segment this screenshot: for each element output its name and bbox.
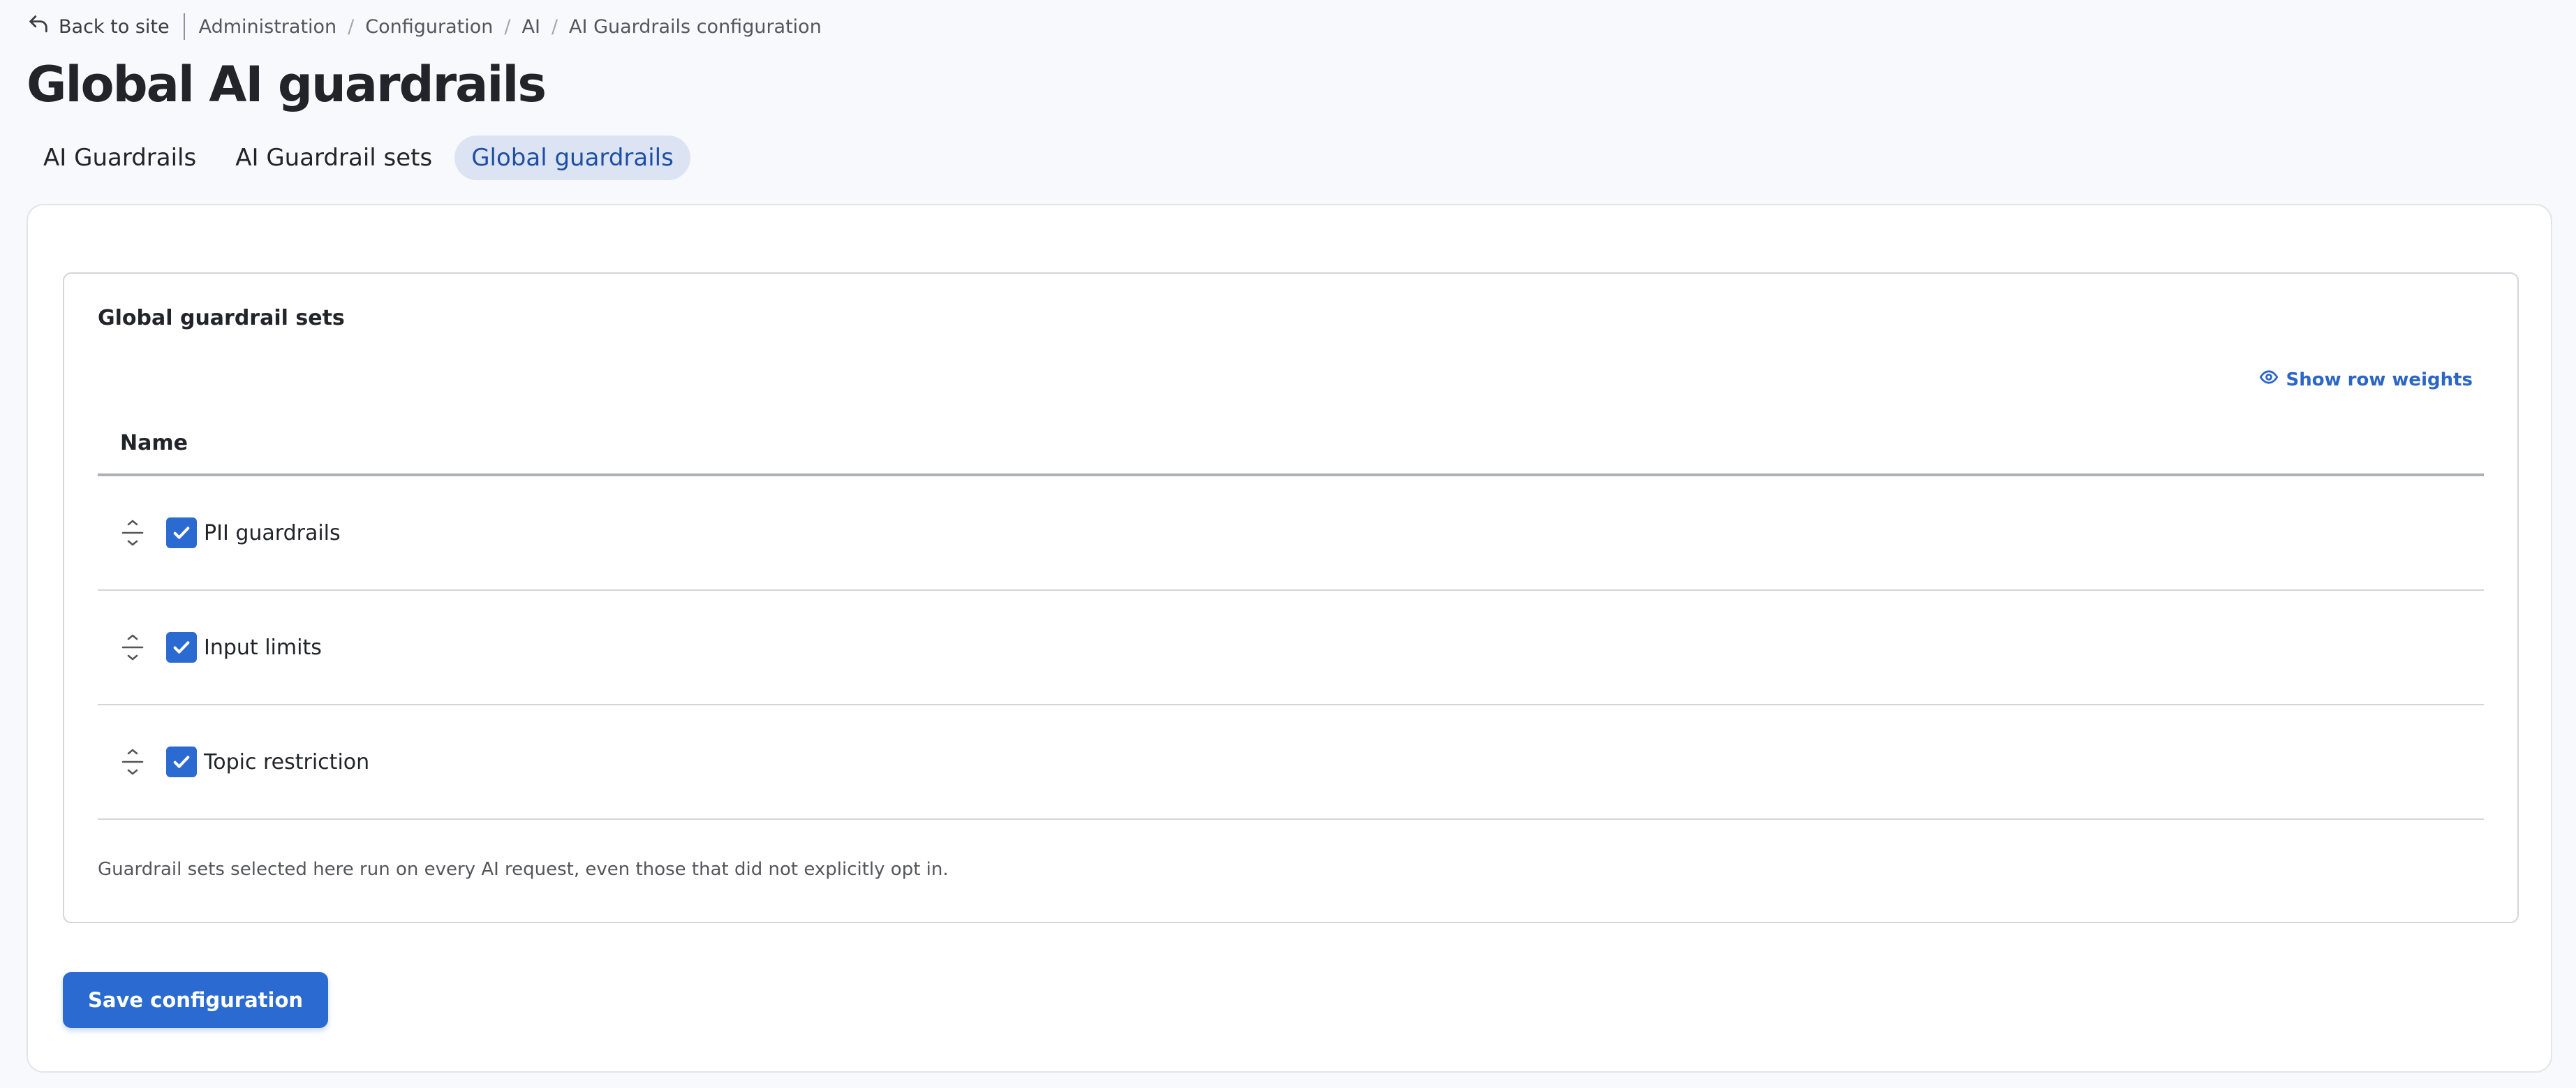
row-label: Topic restriction [204, 749, 370, 774]
row-checkbox[interactable] [166, 747, 197, 777]
show-row-weights-link[interactable]: Show row weights [2259, 367, 2473, 392]
table-header: Name [98, 412, 2484, 476]
checkmark-icon [173, 756, 190, 768]
row-checkbox[interactable] [166, 517, 197, 548]
breadcrumb-separator: / [551, 15, 558, 38]
column-header-name: Name [120, 430, 188, 455]
breadcrumb: Back to site Administration / Configurat… [27, 10, 822, 43]
tab-ai-guardrail-sets[interactable]: AI Guardrail sets [219, 135, 449, 180]
fieldset-description: Guardrail sets selected here run on ever… [98, 859, 949, 880]
save-configuration-button[interactable]: Save configuration [63, 972, 329, 1028]
breadcrumb-divider [183, 13, 185, 40]
eye-icon [2259, 367, 2279, 392]
table-row: PII guardrails [98, 476, 2484, 591]
row-checkbox[interactable] [166, 632, 197, 663]
page: Back to site Administration / Configurat… [0, 0, 2576, 1088]
table-row: Input limits [98, 591, 2484, 705]
row-label: PII guardrails [204, 520, 341, 545]
row-label: Input limits [204, 635, 322, 660]
guardrail-sets-table: Name PII guardrails Input limits Topic r… [98, 412, 2484, 820]
tab-bar: AI Guardrails AI Guardrail sets Global g… [27, 135, 690, 180]
checkmark-icon [173, 641, 190, 654]
back-arrow-icon [27, 13, 50, 41]
show-row-weights-label: Show row weights [2286, 369, 2473, 390]
back-to-site-link[interactable]: Back to site [27, 13, 170, 41]
page-title: Global AI guardrails [27, 56, 547, 113]
breadcrumb-item-configuration[interactable]: Configuration [365, 16, 493, 38]
drag-handle-icon[interactable] [120, 633, 145, 661]
tab-ai-guardrails[interactable]: AI Guardrails [27, 135, 213, 180]
fieldset-legend: Global guardrail sets [98, 306, 345, 330]
global-guardrail-sets-fieldset: Global guardrail sets Show row weights N… [63, 272, 2519, 923]
breadcrumb-separator: / [348, 15, 355, 38]
table-row: Topic restriction [98, 705, 2484, 820]
drag-handle-icon[interactable] [120, 519, 145, 547]
content-card: Global guardrail sets Show row weights N… [27, 204, 2552, 1073]
drag-handle-icon[interactable] [120, 748, 145, 776]
back-to-site-label: Back to site [59, 15, 170, 38]
breadcrumb-item-ai-guardrails-configuration[interactable]: AI Guardrails configuration [569, 16, 822, 38]
tab-global-guardrails[interactable]: Global guardrails [454, 135, 690, 180]
breadcrumb-item-ai[interactable]: AI [522, 16, 540, 38]
checkmark-icon [173, 527, 190, 539]
breadcrumb-item-administration[interactable]: Administration [199, 16, 337, 38]
breadcrumb-separator: / [504, 15, 511, 38]
